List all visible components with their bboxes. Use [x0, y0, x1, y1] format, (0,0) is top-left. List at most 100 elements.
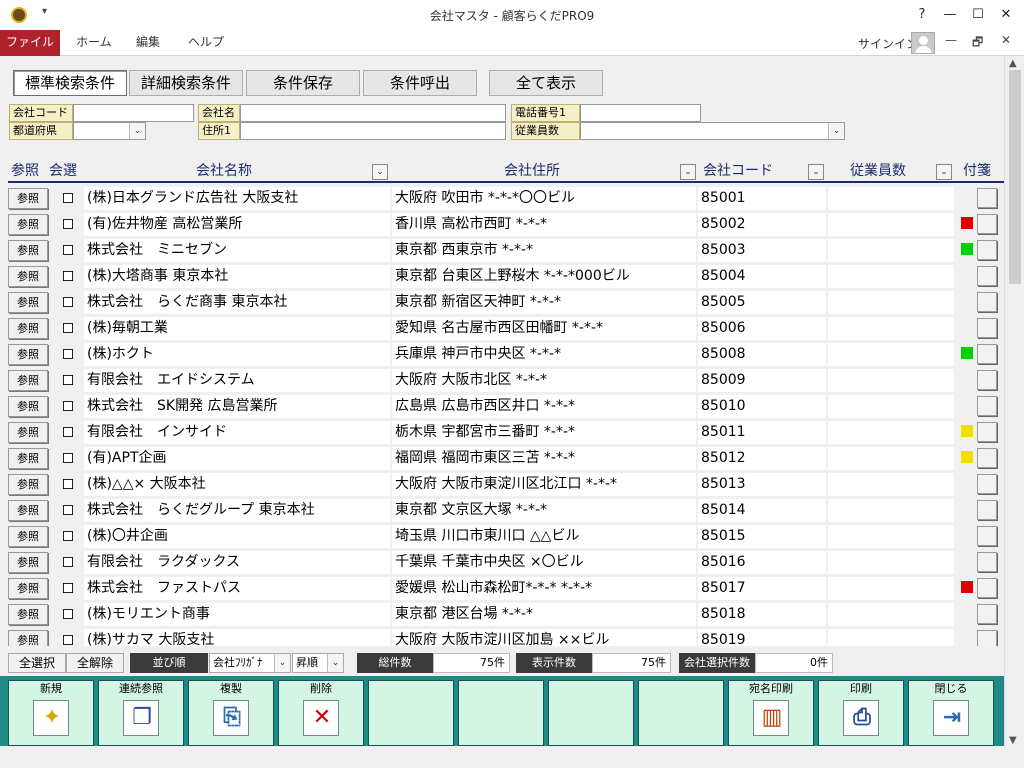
row-checkbox[interactable]: [63, 323, 73, 333]
tag-button[interactable]: [977, 370, 997, 390]
table-row[interactable]: 参照 (有)APT企画 福岡県 福岡市東区三苫 *-*-* 85012: [0, 445, 1004, 471]
phone-input[interactable]: [580, 104, 701, 122]
new-button[interactable]: 新規 ✦: [8, 680, 94, 746]
close-window-button[interactable]: 閉じる ⇥: [908, 680, 994, 746]
table-row[interactable]: 参照 (株)毎朝工業 愛知県 名古屋市西区田幡町 *-*-* 85006: [0, 315, 1004, 341]
tag-button[interactable]: [977, 422, 997, 442]
delete-button[interactable]: 削除 ✕: [278, 680, 364, 746]
row-checkbox[interactable]: [63, 583, 73, 593]
tab-edit[interactable]: 編集: [136, 30, 160, 56]
table-row[interactable]: 参照 株式会社 らくだグループ 東京本社 東京都 文京区大塚 *-*-* 85014: [0, 497, 1004, 523]
tab-detail-search[interactable]: 詳細検索条件: [129, 70, 243, 96]
row-checkbox[interactable]: [63, 505, 73, 515]
ref-button[interactable]: 参照: [8, 292, 48, 313]
prefecture-select[interactable]: ⌄: [73, 122, 146, 140]
select-all-button[interactable]: 全選択: [8, 653, 66, 673]
chevron-down-icon[interactable]: ⌄: [327, 654, 343, 672]
table-row[interactable]: 参照 (有)佐井物産 高松営業所 香川県 高松市西町 *-*-* 85002: [0, 211, 1004, 237]
row-checkbox[interactable]: [63, 193, 73, 203]
row-checkbox[interactable]: [63, 297, 73, 307]
ref-button[interactable]: 参照: [8, 266, 48, 287]
chevron-down-icon[interactable]: ⌄: [274, 654, 290, 672]
scroll-thumb[interactable]: [1009, 70, 1021, 284]
ref-button[interactable]: 参照: [8, 422, 48, 443]
table-row[interactable]: 参照 株式会社 らくだ商事 東京本社 東京都 新宿区天神町 *-*-* 85005: [0, 289, 1004, 315]
table-row[interactable]: 参照 有限会社 ラクダックス 千葉県 千葉市中央区 ×〇ビル 85016: [0, 549, 1004, 575]
tag-button[interactable]: [977, 292, 997, 312]
tab-help[interactable]: ヘルプ: [188, 30, 224, 56]
table-row[interactable]: 参照 (株)△△× 大阪本社 大阪府 大阪市東淀川区北江口 *-*-* 85013: [0, 471, 1004, 497]
row-checkbox[interactable]: [63, 349, 73, 359]
table-row[interactable]: 参照 株式会社 SK開発 広島営業所 広島県 広島市西区井口 *-*-* 85010: [0, 393, 1004, 419]
table-row[interactable]: 参照 有限会社 エイドシステム 大阪府 大阪市北区 *-*-* 85009: [0, 367, 1004, 393]
ref-button[interactable]: 参照: [8, 526, 48, 547]
row-checkbox[interactable]: [63, 609, 73, 619]
row-checkbox[interactable]: [63, 271, 73, 281]
table-row[interactable]: 参照 (株)〇井企画 埼玉県 川口市東川口 △△ビル 85015: [0, 523, 1004, 549]
chevron-down-icon[interactable]: ⌄: [808, 164, 824, 180]
ref-button[interactable]: 参照: [8, 474, 48, 495]
doc-close-button[interactable]: ✕: [1001, 33, 1011, 47]
ref-button[interactable]: 参照: [8, 448, 48, 469]
ref-button[interactable]: 参照: [8, 578, 48, 599]
duplicate-button[interactable]: 複製 ⎘: [188, 680, 274, 746]
address-print-button[interactable]: 宛名印刷 ▥: [728, 680, 814, 746]
tag-button[interactable]: [977, 630, 997, 646]
sort-field-select[interactable]: 会社ﾌﾘｶﾞﾅ ⌄: [209, 653, 291, 673]
tag-button[interactable]: [977, 448, 997, 468]
ref-button[interactable]: 参照: [8, 396, 48, 417]
ref-button[interactable]: 参照: [8, 604, 48, 625]
ref-button[interactable]: 参照: [8, 214, 48, 235]
vertical-scrollbar[interactable]: ▲ ▼: [1004, 56, 1024, 748]
header-company-name[interactable]: 会社名称: [196, 161, 252, 181]
ref-button[interactable]: 参照: [8, 240, 48, 261]
help-button[interactable]: ?: [910, 4, 934, 26]
ref-button[interactable]: 参照: [8, 344, 48, 365]
table-row[interactable]: 参照 (株)モリエント商事 東京都 港区台場 *-*-* 85018: [0, 601, 1004, 627]
table-row[interactable]: 参照 (株)サカマ 大阪支社 大阪府 大阪市淀川区加島 ××ビル 85019: [0, 627, 1004, 646]
signin-link[interactable]: サインイン: [858, 35, 918, 52]
tab-file[interactable]: ファイル: [0, 30, 60, 56]
sort-order-select[interactable]: 昇順 ⌄: [292, 653, 344, 673]
row-checkbox[interactable]: [63, 453, 73, 463]
company-name-input[interactable]: [240, 104, 506, 122]
table-row[interactable]: 参照 (株)日本グランド広告社 大阪支社 大阪府 吹田市 *-*-*〇〇ビル 8500…: [0, 185, 1004, 211]
scroll-down-icon[interactable]: ▼: [1009, 735, 1017, 746]
maximize-button[interactable]: ☐: [966, 4, 990, 26]
table-row[interactable]: 参照 (株)大塔商事 東京本社 東京都 台東区上野桜木 *-*-*000ビル 8500…: [0, 263, 1004, 289]
header-company-address[interactable]: 会社住所: [504, 161, 560, 181]
chevron-down-icon[interactable]: ⌄: [129, 123, 145, 139]
header-employees[interactable]: 従業員数: [850, 161, 906, 181]
ref-button[interactable]: 参照: [8, 552, 48, 573]
load-condition-button[interactable]: 条件呼出: [363, 70, 477, 96]
row-checkbox[interactable]: [63, 375, 73, 385]
tag-button[interactable]: [977, 188, 997, 208]
ref-button[interactable]: 参照: [8, 370, 48, 391]
ref-button[interactable]: 参照: [8, 500, 48, 521]
employees-select[interactable]: ⌄: [580, 122, 845, 140]
tag-button[interactable]: [977, 578, 997, 598]
scroll-up-icon[interactable]: ▲: [1009, 58, 1017, 69]
deselect-all-button[interactable]: 全解除: [66, 653, 124, 673]
doc-restore-button[interactable]: 🗗: [972, 33, 983, 54]
tag-button[interactable]: [977, 604, 997, 624]
tag-button[interactable]: [977, 526, 997, 546]
tab-home[interactable]: ホーム: [76, 30, 112, 56]
ref-button[interactable]: 参照: [8, 630, 48, 646]
show-all-button[interactable]: 全て表示: [489, 70, 603, 96]
print-button[interactable]: 印刷 ⎙: [818, 680, 904, 746]
table-row[interactable]: 参照 有限会社 インサイド 栃木県 宇都宮市三番町 *-*-* 85011: [0, 419, 1004, 445]
avatar[interactable]: [911, 32, 935, 54]
minimize-button[interactable]: —: [938, 4, 962, 26]
address-input[interactable]: [240, 122, 506, 140]
row-checkbox[interactable]: [63, 219, 73, 229]
table-row[interactable]: 参照 株式会社 ミニセブン 東京都 西東京市 *-*-* 85003: [0, 237, 1004, 263]
doc-minimize-button[interactable]: —: [945, 33, 957, 47]
tag-button[interactable]: [977, 552, 997, 572]
tag-button[interactable]: [977, 266, 997, 286]
row-checkbox[interactable]: [63, 557, 73, 567]
tag-button[interactable]: [977, 474, 997, 494]
row-checkbox[interactable]: [63, 401, 73, 411]
table-row[interactable]: 参照 株式会社 ファストパス 愛媛県 松山市森松町*-*-* *-*-* 85017: [0, 575, 1004, 601]
chevron-down-icon[interactable]: ⌄: [828, 123, 844, 139]
